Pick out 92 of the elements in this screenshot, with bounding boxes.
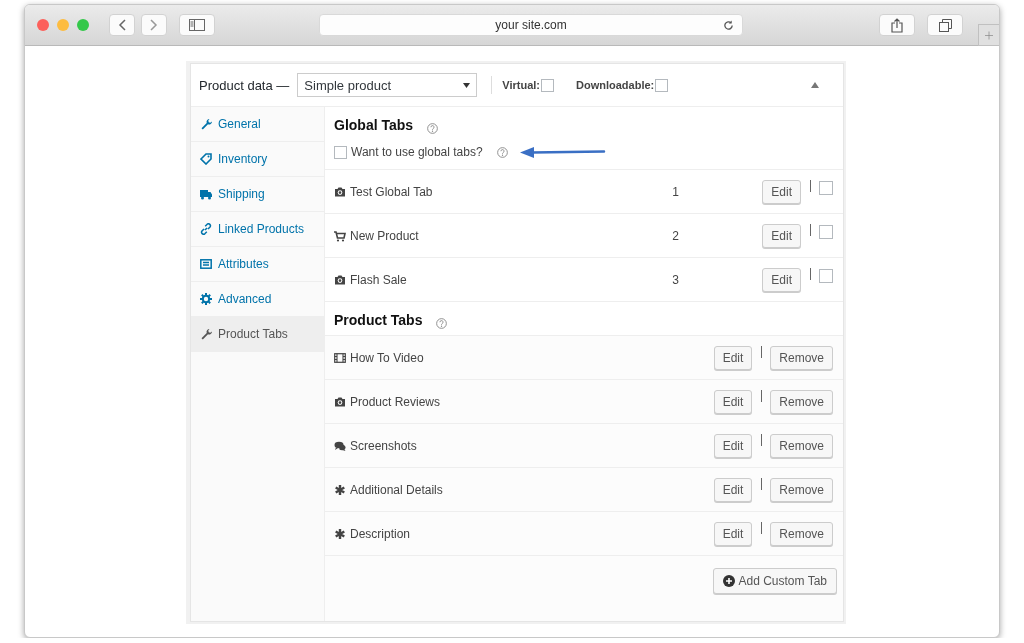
tab-name: Product Reviews (350, 394, 441, 409)
url-text: your site.com (495, 18, 567, 32)
downloadable-label: Downloadable: (576, 79, 655, 91)
remove-button[interactable]: Remove (770, 433, 833, 458)
sidebar-label: Attributes (218, 257, 269, 271)
caret-down-icon (463, 82, 471, 88)
sidebar-label: General (218, 117, 261, 131)
product-data-label: Product data — (199, 77, 290, 93)
edit-button[interactable]: Edit (762, 179, 801, 204)
tabs-button[interactable] (927, 14, 963, 36)
edit-button[interactable]: Edit (713, 477, 753, 502)
sidebar-item[interactable]: Attributes (191, 247, 324, 282)
asterisk-icon (334, 527, 346, 540)
camera-icon (334, 395, 346, 408)
help-icon (427, 123, 439, 134)
downloadable-checkbox[interactable] (655, 78, 669, 92)
checkbox-label: Want to use global tabs? (351, 145, 483, 159)
sidebar-item[interactable]: Shipping (191, 177, 324, 212)
virtual-checkbox[interactable] (541, 78, 555, 92)
plus-icon (985, 29, 993, 41)
tab-name: Test Global Tab (350, 184, 433, 199)
chevron-left-icon (118, 19, 126, 31)
back-button[interactable] (109, 14, 135, 36)
speech-bubbles-icon (334, 439, 346, 452)
asterisk-icon (334, 483, 346, 496)
sidebar-label: Shipping (218, 187, 265, 201)
wrench-icon (200, 118, 212, 130)
minimize-icon[interactable] (57, 19, 69, 31)
edit-button[interactable]: Edit (713, 433, 753, 458)
virtual-label: Virtual: (502, 79, 541, 91)
close-icon[interactable] (37, 19, 49, 31)
tab-name: New Product (350, 228, 419, 243)
sidebar-icon (189, 19, 205, 31)
tab-name: Screenshots (350, 438, 417, 453)
tab-order: 3 (672, 272, 680, 287)
list-icon (200, 258, 212, 270)
help-icon (496, 146, 508, 158)
tab-order: 2 (672, 228, 680, 243)
plus-circle-icon (722, 575, 735, 587)
chevron-right-icon (150, 19, 158, 31)
edit-button[interactable]: Edit (713, 345, 753, 370)
remove-button[interactable]: Remove (770, 389, 833, 414)
tab-order: 1 (672, 184, 680, 199)
tab-name: Flash Sale (350, 272, 407, 287)
forward-button[interactable] (141, 14, 167, 36)
collapse-icon (811, 82, 819, 88)
remove-button[interactable]: Remove (770, 477, 833, 502)
sidebar-label: Linked Products (218, 222, 305, 236)
gear-icon (200, 293, 212, 305)
edit-button[interactable]: Edit (713, 521, 753, 546)
sidebar-item[interactable]: General (191, 107, 324, 142)
remove-button[interactable]: Remove (770, 345, 833, 370)
section-heading: Global Tabs (334, 117, 414, 133)
sidebar-label: Product Tabs (218, 327, 288, 341)
row-checkbox[interactable] (819, 181, 833, 195)
tabs-icon (938, 18, 952, 32)
select-value: Simple product (304, 77, 392, 93)
address-bar[interactable]: your site.com (319, 14, 743, 36)
global-tabs-checkbox[interactable] (334, 145, 347, 159)
share-icon (891, 17, 903, 33)
tag-icon (200, 153, 212, 165)
maximize-icon[interactable] (77, 19, 89, 31)
share-button[interactable] (879, 14, 915, 36)
edit-button[interactable]: Edit (762, 267, 801, 292)
sidebar-button[interactable] (179, 14, 215, 36)
camera-icon (334, 185, 346, 198)
arrow-icon (519, 146, 606, 158)
truck-icon (200, 188, 212, 200)
film-icon (334, 351, 346, 364)
tab-name: Additional Details (350, 482, 443, 497)
help-icon (436, 318, 448, 329)
wrench-icon (200, 328, 212, 340)
tab-name: Description (350, 526, 411, 541)
remove-button[interactable]: Remove (770, 521, 833, 546)
link-icon (200, 223, 212, 235)
sidebar-item[interactable]: Inventory (191, 142, 324, 177)
sidebar-label: Inventory (218, 152, 268, 166)
cart-icon (334, 229, 346, 242)
product-type-select[interactable]: Simple product (297, 73, 478, 97)
camera-icon (334, 273, 346, 286)
sidebar-label: Advanced (218, 292, 272, 306)
reload-icon (723, 20, 734, 31)
edit-button[interactable]: Edit (713, 389, 753, 414)
add-custom-tab-button[interactable]: Add Custom Tab (712, 568, 837, 594)
row-checkbox[interactable] (819, 269, 833, 283)
sidebar-item[interactable]: Product Tabs (191, 317, 324, 352)
edit-button[interactable]: Edit (762, 223, 801, 248)
row-checkbox[interactable] (819, 225, 833, 239)
new-tab-button[interactable] (978, 24, 999, 46)
section-heading: Product Tabs (334, 312, 423, 328)
tab-name: How To Video (350, 350, 424, 365)
sidebar-item[interactable]: Linked Products (191, 212, 324, 247)
